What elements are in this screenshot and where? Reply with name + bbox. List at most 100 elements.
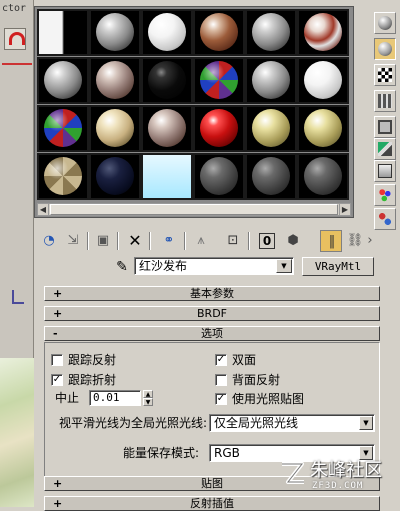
material-sample-slot[interactable] [245, 105, 297, 152]
cutoff-input[interactable]: 0.01 [89, 390, 141, 406]
scroll-right-arrow-icon[interactable]: ▶ [339, 204, 350, 215]
material-sample-slot[interactable] [141, 9, 193, 56]
material-sample-slot[interactable] [193, 153, 245, 200]
material-sample-slot[interactable] [193, 57, 245, 104]
sphere-icon [378, 16, 392, 30]
assign-to-selection-icon: ▣ [96, 233, 110, 248]
reflect-backside-checkbox[interactable] [215, 374, 227, 386]
use-irradiance-map-checkbox[interactable]: ✓ [215, 393, 227, 405]
scroll-left-arrow-icon[interactable]: ◀ [38, 204, 49, 215]
trace-reflections-checkbox[interactable] [51, 354, 63, 366]
snap-magnet-icon[interactable] [4, 28, 26, 50]
glossy-rays-gi-value: 仅全局光照光线 [214, 416, 299, 430]
go-forward-to-sibling-button[interactable]: › [366, 230, 374, 252]
eyedropper-icon[interactable]: ✎ [112, 258, 132, 276]
material-sample-slot[interactable] [89, 9, 141, 56]
material-sample-slot[interactable] [89, 105, 141, 152]
material-sample-slot[interactable] [37, 9, 89, 56]
put-to-library-button[interactable]: ⊡ [222, 230, 244, 252]
rollout-title: 基本参数 [190, 287, 234, 300]
material-preview-sphere [96, 157, 134, 195]
material-preview-sphere [148, 109, 186, 147]
reset-map-button[interactable]: ✕ [124, 230, 146, 252]
material-sample-slot[interactable] [193, 105, 245, 152]
put-to-scene-button[interactable]: ⇲ [62, 230, 84, 252]
rollout-title: BRDF [197, 307, 227, 320]
slots-horizontal-scrollbar[interactable]: ◀ ▶ [37, 203, 351, 216]
material-preview-sphere [96, 109, 134, 147]
backlight-button[interactable] [374, 38, 396, 60]
material-sample-slot[interactable] [37, 153, 89, 200]
double-sided-checkbox[interactable]: ✓ [215, 354, 227, 366]
material-preview-sphere [304, 61, 342, 99]
make-preview-button[interactable] [374, 138, 396, 160]
material-sample-slot[interactable] [297, 153, 349, 200]
viewport-render-preview [0, 358, 34, 507]
trace-refractions-checkbox[interactable]: ✓ [51, 374, 63, 386]
material-sample-slot[interactable] [37, 105, 89, 152]
rollout-basic-params[interactable]: + 基本参数 [44, 286, 380, 301]
material-preview-sphere [148, 13, 186, 51]
show-map-in-viewport-button[interactable]: ⬢ [282, 230, 304, 252]
toolbar-separator [87, 232, 89, 250]
chevron-down-icon[interactable]: ▼ [276, 259, 292, 273]
checker-background-icon [378, 68, 392, 82]
map-navigator-icon [378, 212, 392, 226]
put-to-library-icon: ⊡ [227, 233, 239, 248]
sample-uv-tiling-button[interactable] [374, 90, 396, 112]
material-sample-slot[interactable] [297, 57, 349, 104]
trace-refractions-label: 跟踪折射 [68, 373, 117, 387]
glossy-rays-gi-select[interactable]: 仅全局光照光线 ▼ [209, 414, 375, 432]
backlight-sphere-icon [378, 42, 392, 56]
material-id-channel-button[interactable]: 0 [256, 230, 278, 252]
cutoff-spinner[interactable]: ▲ ▼ [143, 390, 153, 406]
material-preview-sphere [96, 13, 134, 51]
rollout-brdf[interactable]: + BRDF [44, 306, 380, 321]
assign-to-selection-button[interactable]: ▣ [92, 230, 114, 252]
glossy-rays-gi-label: 视平滑光线为全局光照光线: [59, 416, 208, 430]
material-sample-slot[interactable] [245, 153, 297, 200]
material-sample-slot[interactable] [37, 57, 89, 104]
show-end-result-button[interactable]: ‖ [320, 230, 342, 252]
material-preview-sphere [44, 61, 82, 99]
material-map-navigator-button[interactable] [374, 208, 396, 230]
energy-mode-value: RGB [214, 446, 240, 460]
video-color-check-button[interactable] [374, 116, 396, 138]
material-preview-sphere [252, 13, 290, 51]
material-name-input[interactable]: 红沙发布 ▼ [134, 257, 294, 275]
material-sample-slot[interactable] [141, 105, 193, 152]
material-sample-slot[interactable] [245, 57, 297, 104]
scroll-thumb[interactable] [50, 204, 338, 215]
toolbar-separator [149, 232, 151, 250]
material-sample-slot[interactable] [193, 9, 245, 56]
chevron-down-icon[interactable]: ▼ [359, 416, 373, 430]
material-preview-sphere [143, 155, 191, 198]
get-material-button[interactable]: ◔ [38, 230, 60, 252]
spinner-down-icon[interactable]: ▼ [143, 398, 153, 406]
material-sample-slot[interactable] [89, 153, 141, 200]
material-preview-sphere [304, 157, 342, 195]
select-by-material-button[interactable] [374, 184, 396, 206]
make-copy-button[interactable]: ⚭ [158, 230, 180, 252]
video-check-icon [378, 120, 392, 134]
material-sample-slot[interactable] [297, 105, 349, 152]
material-preview-sphere [304, 13, 342, 51]
options-button[interactable] [374, 160, 396, 182]
rollout-options[interactable]: - 选项 [44, 326, 380, 341]
material-sample-slot[interactable] [141, 57, 193, 104]
make-unique-button[interactable]: ⩚ [190, 230, 212, 252]
material-sample-slot[interactable] [141, 153, 193, 200]
background-button[interactable] [374, 64, 396, 86]
material-sample-slot[interactable] [297, 9, 349, 56]
material-sample-slot[interactable] [245, 9, 297, 56]
material-name-value: 红沙发布 [139, 259, 188, 273]
material-sample-slot[interactable] [89, 57, 141, 104]
material-type-button[interactable]: VRayMtl [302, 257, 374, 276]
sample-type-sphere-button[interactable] [374, 12, 396, 34]
go-to-parent-button[interactable]: ⛓ [344, 230, 366, 252]
show-map-icon: ⬢ [287, 233, 299, 248]
spinner-up-icon[interactable]: ▲ [143, 390, 153, 398]
viewport-label: ctor [2, 3, 27, 14]
toolbar-separator [248, 232, 250, 250]
axis-gizmo-icon [12, 290, 24, 304]
